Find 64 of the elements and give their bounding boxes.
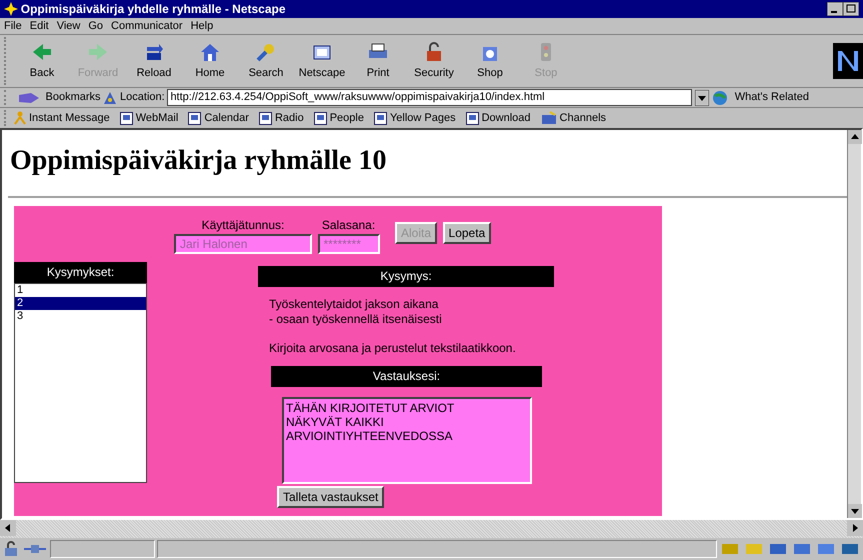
menu-item[interactable]: Go — [84, 18, 108, 34]
instruction-text: Kirjoita arvosana ja perustelut tekstilaatikkoon. — [269, 340, 517, 356]
whats-related-button[interactable]: What's Related — [734, 89, 809, 106]
save-button[interactable]: Talleta vastaukset — [277, 486, 384, 508]
answer-header: Vastauksesi: — [271, 366, 542, 387]
password-label: Salasana: — [322, 216, 376, 234]
bookmark-link[interactable]: People — [314, 110, 364, 126]
question-item[interactable]: 1 — [15, 284, 146, 297]
menu-item[interactable]: Edit — [26, 18, 53, 34]
bookmark-page-icon — [314, 112, 327, 124]
bookmark-link[interactable]: Instant Message — [14, 110, 110, 126]
bookmark-page-icon — [374, 112, 387, 124]
toolbar-button[interactable]: Security — [406, 40, 462, 82]
menu-item[interactable]: View — [52, 18, 84, 34]
dropdown-arrow-icon[interactable] — [695, 90, 710, 106]
netscape-logo-icon — [4, 2, 18, 16]
toolbar-button[interactable]: Back — [14, 40, 70, 82]
scroll-down-icon[interactable] — [848, 504, 862, 518]
bookmark-link[interactable]: WebMail — [120, 110, 178, 126]
scroll-up-icon[interactable] — [848, 130, 862, 144]
scroll-left-icon[interactable] — [0, 520, 16, 536]
person-icon — [14, 111, 26, 125]
bookmark-link[interactable]: Calendar — [188, 110, 249, 126]
page-heading: Oppimispäiväkirja ryhmälle 10 — [10, 144, 388, 178]
netscape-n-logo — [833, 43, 863, 79]
question-text: - osaan työskennellä itsenäisesti — [269, 312, 443, 327]
question-text: Työskentelytaidot jakson aikana — [269, 296, 440, 312]
vertical-scrollbar[interactable] — [847, 130, 861, 518]
bookmark-link[interactable]: Channels — [540, 110, 606, 126]
minimize-icon[interactable] — [827, 2, 843, 16]
scroll-right-icon[interactable] — [847, 520, 863, 536]
window-title: Oppimispäiväkirja yhdelle ryhmälle - Netscape — [20, 1, 287, 18]
bookmark-link[interactable]: Download — [466, 110, 531, 126]
toolbar-button[interactable]: Print — [350, 40, 406, 82]
security-lock-icon[interactable] — [2, 541, 20, 557]
answer-field[interactable]: TÄHÄN KIRJOITETUT ARVIOT NÄKYVÄT KAIKKI ARVIOINTIYHTEENVEDOSSA — [282, 396, 532, 484]
menu-item[interactable]: File — [0, 18, 26, 34]
toolbar-button[interactable]: Search — [238, 40, 294, 82]
location-icon — [103, 90, 118, 104]
question-list[interactable]: 1 2 3 — [14, 282, 147, 483]
maximize-icon[interactable] — [843, 2, 859, 16]
bookmark-page-icon — [188, 112, 202, 124]
toolbar-button[interactable]: Reload — [126, 40, 182, 82]
bookmark-page-icon — [120, 112, 133, 124]
menu-item[interactable]: Help — [186, 18, 218, 34]
username-label: Käyttäjätunnus: — [202, 216, 284, 234]
menu-item[interactable]: Communicator — [107, 18, 187, 34]
form-button[interactable]: Lopeta — [442, 222, 492, 244]
bookmark-page-icon — [258, 112, 272, 124]
url-field[interactable]: http://212.63.4.254/OppiSoft_www/raksuwww/oppimispaivakirja10/index.html — [167, 89, 692, 106]
bookmarks-button[interactable]: Bookmarks — [46, 89, 101, 106]
questions-header: Kysymykset: — [14, 262, 147, 283]
bookmark-link[interactable]: Radio — [258, 110, 304, 126]
toolbar-button[interactable]: Netscape — [294, 40, 350, 82]
toolbar-button[interactable]: Shop — [462, 40, 518, 82]
question-item[interactable]: 2 — [15, 296, 146, 310]
horizontal-scrollbar[interactable] — [0, 520, 863, 538]
toolbar-button[interactable]: Home — [182, 40, 238, 82]
bookmark-page-icon — [466, 112, 479, 124]
folder-icon — [540, 111, 557, 125]
location-label: Location: — [120, 90, 165, 106]
bookmark-link[interactable]: Yellow Pages — [374, 110, 456, 126]
question-item[interactable]: 3 — [15, 310, 146, 323]
question-header: Kysymys: — [258, 266, 554, 287]
